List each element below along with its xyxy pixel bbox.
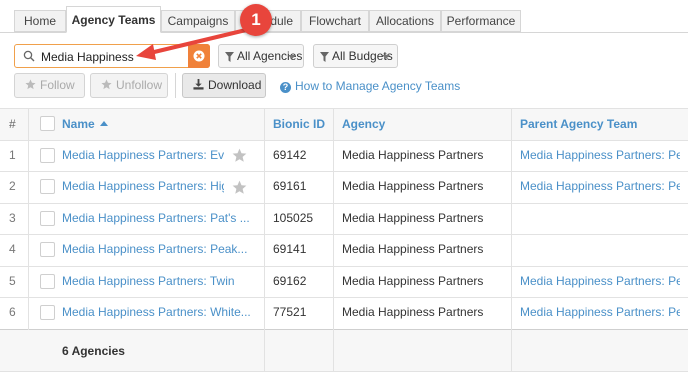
- parent-agency-team-link[interactable]: Media Happiness Partners: Peak...: [520, 140, 680, 171]
- parent-agency-team-link[interactable]: Media Happiness Partners: Peak...: [520, 266, 680, 297]
- bionic-id-cell: 69141: [273, 242, 307, 256]
- row-index: 3: [9, 211, 16, 225]
- agency-cell: Media Happiness Partners: [342, 211, 484, 225]
- agency-count: 6 Agencies: [62, 344, 125, 358]
- row-checkbox[interactable]: [40, 274, 55, 289]
- agency-team-name-link[interactable]: Media Happiness Partners: Peak...: [62, 234, 257, 265]
- agency-cell: Media Happiness Partners: [342, 242, 484, 256]
- bionic-id-cell: 69162: [273, 274, 307, 288]
- annotation-arrow: [136, 28, 248, 60]
- star-icon[interactable]: [232, 180, 247, 195]
- row-checkbox[interactable]: [40, 148, 55, 163]
- row-checkbox[interactable]: [40, 305, 55, 320]
- agency-cell: Media Happiness Partners: [342, 148, 484, 162]
- agency-teams-table: # Name Bionic ID Agency Parent Agency Te…: [0, 108, 688, 372]
- agency-team-name-link[interactable]: Media Happiness Partners: Twin: [62, 266, 257, 297]
- star-icon[interactable]: [232, 148, 247, 163]
- row-index: 2: [9, 179, 16, 193]
- bionic-id-cell: 69142: [273, 148, 307, 162]
- row-index: 5: [9, 274, 16, 288]
- parent-agency-team-link[interactable]: Media Happiness Partners: Peak...: [520, 171, 680, 202]
- row-index: 6: [9, 305, 16, 319]
- row-checkbox[interactable]: [40, 179, 55, 194]
- agency-team-name-link[interactable]: Media Happiness Partners: Pat's ...: [62, 203, 257, 234]
- bionic-id-cell: 69161: [273, 179, 307, 193]
- agency-team-name-link[interactable]: Media Happiness Partners: Highest: [62, 171, 224, 202]
- row-index: 1: [9, 148, 16, 162]
- agency-team-name-link[interactable]: Media Happiness Partners: White...: [62, 297, 257, 328]
- agency-cell: Media Happiness Partners: [342, 305, 484, 319]
- sort-ascending-icon: [100, 121, 109, 126]
- row-index: 4: [9, 242, 16, 256]
- parent-agency-team-link[interactable]: Media Happiness Partners: Peak...: [520, 297, 680, 328]
- bionic-id-cell: 105025: [273, 211, 314, 225]
- annotation-number-badge: 1: [240, 4, 272, 36]
- agency-team-name-link[interactable]: Media Happiness Partners: Everest: [62, 140, 224, 171]
- row-checkbox[interactable]: [40, 242, 55, 257]
- agency-cell: Media Happiness Partners: [342, 274, 484, 288]
- agency-cell: Media Happiness Partners: [342, 179, 484, 193]
- bionic-id-cell: 77521: [273, 305, 307, 319]
- row-checkbox[interactable]: [40, 211, 55, 226]
